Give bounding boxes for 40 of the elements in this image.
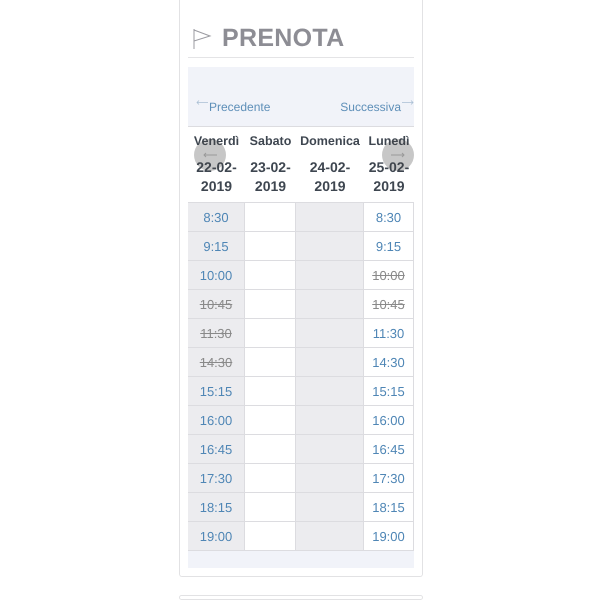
time-slot-link[interactable]: 16:00 — [200, 412, 232, 428]
page-title: PRENOTA — [222, 24, 344, 53]
time-slot-link[interactable]: 15:15 — [372, 384, 405, 398]
time-slot-link[interactable]: 9:15 — [203, 238, 229, 254]
right-arrow-icon — [391, 152, 405, 158]
day-date: 22-02-2019 — [195, 158, 238, 196]
left-arrow-icon — [203, 152, 217, 158]
day-name: Venerdì — [194, 134, 240, 148]
day-name: Domenica — [300, 134, 360, 148]
day-date: 23-02-2019 — [249, 158, 292, 196]
time-slot-link[interactable]: 18:15 — [372, 500, 405, 514]
left-arrow-icon — [196, 100, 208, 105]
day-name: Lunedì — [368, 134, 410, 148]
day-name: Sabato — [250, 134, 292, 148]
time-slot-link[interactable]: 19:00 — [200, 528, 232, 544]
day-date: 25-02-2019 — [368, 158, 410, 196]
booked-time: 11:30 — [200, 326, 232, 340]
time-slot-link[interactable]: 17:30 — [200, 470, 232, 486]
time-slot-link[interactable]: 9:15 — [376, 238, 402, 254]
time-slot-link[interactable]: 16:45 — [200, 442, 232, 456]
time-slot-link[interactable]: 11:30 — [372, 326, 404, 340]
previous-link[interactable]: Precedente — [196, 100, 270, 114]
time-slot-link[interactable]: 18:15 — [200, 500, 232, 514]
time-slot-link[interactable]: 19:00 — [372, 528, 405, 544]
booked-time: 10:45 — [200, 296, 232, 312]
time-slot-link[interactable]: 17:30 — [372, 470, 405, 486]
flag-icon — [192, 28, 212, 50]
next-link[interactable]: Successiva — [340, 100, 414, 114]
day-date: 24-02-2019 — [308, 158, 352, 196]
time-slot-link[interactable]: 16:45 — [372, 442, 405, 456]
time-slot-link[interactable]: 8:30 — [203, 210, 229, 224]
time-slot-link[interactable]: 10:00 — [200, 268, 232, 282]
booked-time: 10:00 — [372, 268, 405, 282]
time-slot-link[interactable]: 8:30 — [376, 210, 402, 224]
booked-time: 14:30 — [200, 354, 232, 370]
time-slot-link[interactable]: 14:30 — [372, 354, 405, 370]
right-arrow-icon — [402, 100, 414, 105]
time-slot-link[interactable]: 16:00 — [372, 412, 405, 428]
booked-time: 10:45 — [372, 296, 405, 312]
time-slot-link[interactable]: 15:15 — [200, 384, 232, 398]
